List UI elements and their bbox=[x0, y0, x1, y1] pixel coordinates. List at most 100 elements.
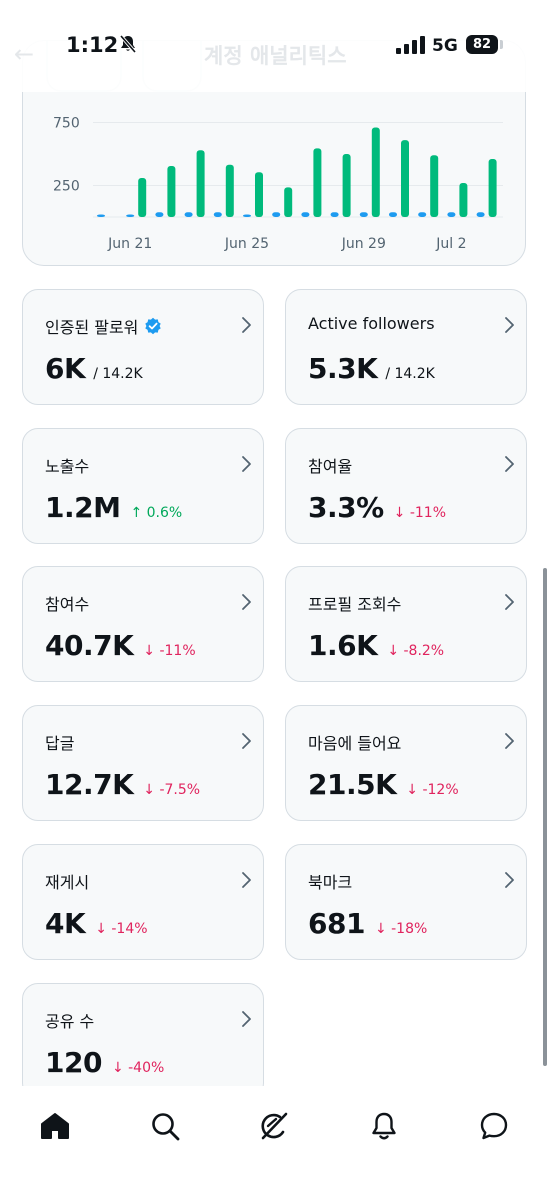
card-replies[interactable]: 답글 12.7K ↓ -7.5% bbox=[22, 705, 264, 821]
card-profile-visits[interactable]: 프로필 조회수 1.6K ↓ -8.2% bbox=[285, 566, 527, 682]
messages-icon[interactable] bbox=[474, 1106, 514, 1146]
chevron-right-icon bbox=[242, 594, 251, 610]
card-label: 북마크 bbox=[308, 873, 353, 892]
status-bar: ← 계정 애널리틱스 1:12 5G 82 bbox=[0, 0, 552, 92]
bottom-tab-bar bbox=[0, 1086, 552, 1200]
card-label: 마음에 들어요 bbox=[308, 734, 402, 753]
bar-secondary bbox=[272, 212, 281, 217]
bar-primary bbox=[255, 172, 263, 217]
cellular-signal-icon bbox=[396, 36, 426, 58]
card-label: 참여수 bbox=[45, 595, 90, 614]
notifications-icon[interactable] bbox=[364, 1106, 404, 1146]
bar-primary bbox=[342, 154, 351, 217]
bar-secondary bbox=[184, 212, 193, 217]
card-value: 1.2M ↑ 0.6% bbox=[45, 491, 183, 524]
card-label: 공유 수 bbox=[45, 1012, 95, 1031]
card-value: 120 ↓ -40% bbox=[45, 1046, 165, 1079]
home-icon[interactable] bbox=[35, 1106, 75, 1146]
card-delta: ↓ -11% bbox=[393, 505, 447, 521]
card-delta: ↓ -12% bbox=[406, 782, 459, 798]
battery-tip bbox=[500, 40, 503, 49]
card-value: 6K/ 14.2K bbox=[45, 352, 143, 385]
chevron-right-icon bbox=[242, 872, 251, 888]
card-shares[interactable]: 공유 수 120 ↓ -40% bbox=[22, 983, 264, 1099]
card-value: 1.6K ↓ -8.2% bbox=[308, 629, 445, 662]
card-value: 5.3K/ 14.2K bbox=[308, 352, 435, 385]
bar-primary bbox=[196, 150, 205, 217]
page-title: 계정 애널리틱스 bbox=[204, 44, 347, 68]
card-value: 40.7K ↓ -11% bbox=[45, 629, 196, 662]
chevron-right-icon bbox=[242, 1011, 251, 1027]
verified-badge-icon bbox=[145, 317, 162, 335]
card-total: / 14.2K bbox=[385, 366, 435, 382]
card-delta: ↓ -11% bbox=[143, 643, 196, 659]
bar-primary bbox=[167, 165, 176, 217]
card-delta: ↑ 0.6% bbox=[130, 505, 183, 521]
card-delta: ↓ -8.2% bbox=[387, 643, 445, 659]
card-label: 참여율 bbox=[308, 457, 353, 476]
bar-secondary bbox=[359, 212, 368, 217]
card-value: 12.7K ↓ -7.5% bbox=[45, 768, 201, 801]
card-bookmarks[interactable]: 북마크 681 ↓ -18% bbox=[285, 844, 527, 960]
card-label: 노출수 bbox=[45, 457, 90, 476]
bar-secondary bbox=[418, 212, 427, 217]
x-tick-label: Jul 2 bbox=[435, 236, 466, 252]
chevron-right-icon bbox=[505, 733, 514, 749]
scrollbar[interactable] bbox=[543, 568, 547, 1066]
chevron-right-icon bbox=[505, 317, 514, 333]
bar-secondary bbox=[126, 214, 135, 217]
bar-secondary bbox=[155, 212, 164, 217]
card-label: 재게시 bbox=[45, 873, 90, 892]
card-value: 4K ↓ -14% bbox=[45, 907, 148, 940]
silent-mode-icon bbox=[118, 34, 138, 58]
card-impressions[interactable]: 노출수 1.2M ↑ 0.6% bbox=[22, 428, 264, 544]
chevron-right-icon bbox=[505, 594, 514, 610]
bar-primary bbox=[313, 148, 322, 217]
bar-secondary bbox=[213, 212, 222, 217]
card-verified-followers[interactable]: 인증된 팔로워 6K/ 14.2K bbox=[22, 289, 264, 405]
x-tick-label: Jun 29 bbox=[341, 236, 386, 252]
bar-secondary bbox=[97, 214, 105, 217]
chevron-right-icon bbox=[242, 317, 251, 333]
chevron-right-icon bbox=[242, 456, 251, 472]
chevron-right-icon bbox=[242, 733, 251, 749]
bar-primary bbox=[401, 140, 409, 217]
bar-primary bbox=[138, 177, 147, 217]
card-value: 3.3% ↓ -11% bbox=[308, 491, 447, 524]
card-total: / 14.2K bbox=[93, 366, 143, 382]
card-label: 답글 bbox=[45, 734, 75, 753]
y-tick-label: 250 bbox=[53, 179, 80, 195]
bar-secondary bbox=[330, 212, 339, 217]
chevron-right-icon bbox=[505, 872, 514, 888]
back-arrow-icon[interactable]: ← bbox=[14, 40, 34, 68]
card-label: 프로필 조회수 bbox=[308, 595, 402, 614]
search-icon[interactable] bbox=[145, 1106, 185, 1146]
bar-primary bbox=[225, 164, 234, 217]
card-reposts[interactable]: 재게시 4K ↓ -14% bbox=[22, 844, 264, 960]
bar-secondary bbox=[243, 214, 251, 217]
grok-icon[interactable] bbox=[254, 1106, 294, 1146]
card-delta: ↓ -14% bbox=[95, 921, 148, 937]
bar-primary bbox=[284, 187, 293, 217]
x-tick-label: Jun 25 bbox=[224, 236, 269, 252]
bar-secondary bbox=[389, 212, 397, 217]
card-value: 681 ↓ -18% bbox=[308, 907, 428, 940]
card-active-followers[interactable]: Active followers 5.3K/ 14.2K bbox=[285, 289, 527, 405]
battery-icon: 82 bbox=[466, 35, 498, 54]
bar-primary bbox=[371, 127, 380, 217]
bar-secondary bbox=[476, 212, 485, 217]
card-label: 인증된 팔로워 bbox=[45, 314, 162, 338]
card-engagements[interactable]: 참여수 40.7K ↓ -11% bbox=[22, 566, 264, 682]
card-value: 21.5K ↓ -12% bbox=[308, 768, 459, 801]
bar-primary bbox=[459, 182, 468, 217]
card-delta: ↓ -40% bbox=[111, 1060, 165, 1076]
y-tick-label: 750 bbox=[53, 116, 80, 132]
card-engagement-rate[interactable]: 참여율 3.3% ↓ -11% bbox=[285, 428, 527, 544]
card-likes[interactable]: 마음에 들어요 21.5K ↓ -12% bbox=[285, 705, 527, 821]
bar-secondary bbox=[301, 212, 310, 217]
x-tick-label: Jun 21 bbox=[107, 236, 152, 252]
card-label: Active followers bbox=[308, 314, 435, 333]
bar-primary bbox=[488, 159, 497, 217]
chevron-right-icon bbox=[505, 456, 514, 472]
card-delta: ↓ -18% bbox=[374, 921, 428, 937]
